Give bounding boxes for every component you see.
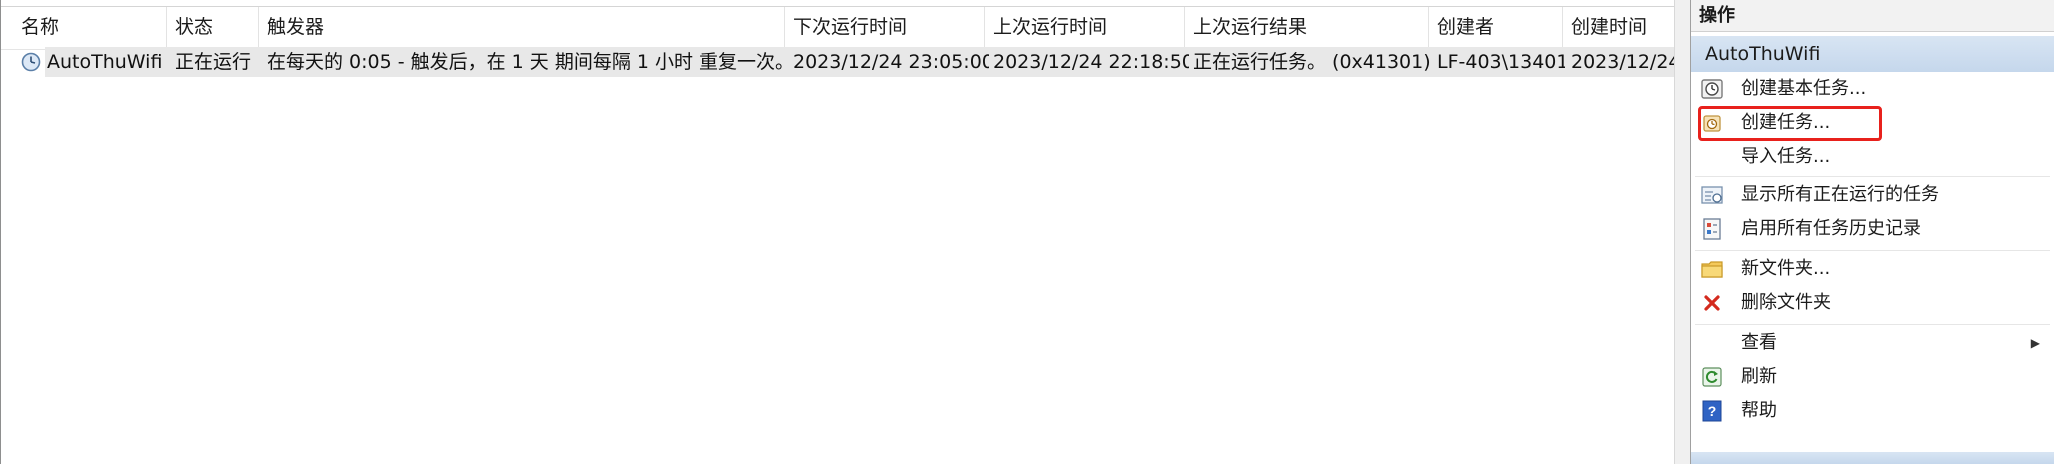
column-header-trigger[interactable]: 触发器 xyxy=(259,7,785,49)
column-header-last-run[interactable]: 上次运行时间 xyxy=(985,7,1185,49)
task-author-cell: LF-403\13401 xyxy=(1437,51,1565,73)
delete-folder-label: 删除文件夹 xyxy=(1741,292,1831,313)
table-row[interactable]: AutoThuWifi 正在运行 在每天的 0:05 - 触发后，在 1 天 期… xyxy=(45,47,1675,77)
folder-icon xyxy=(1701,261,1723,278)
help-action[interactable]: ? 帮助 xyxy=(1691,394,2054,428)
enable-history-label: 启用所有任务历史记录 xyxy=(1741,218,1921,239)
clock-icon xyxy=(21,52,41,72)
help-icon: ? xyxy=(1702,400,1722,422)
column-header-last-result[interactable]: 上次运行结果 xyxy=(1185,7,1429,49)
task-last-run-cell: 2023/12/24 22:18:50 xyxy=(993,51,1189,73)
actions-pane-title: 操作 xyxy=(1691,0,2054,32)
refresh-label: 刷新 xyxy=(1741,366,1777,387)
column-header-created[interactable]: 创建时间 xyxy=(1563,7,1675,49)
refresh-icon xyxy=(1702,367,1722,387)
show-running-tasks-action[interactable]: 显示所有正在运行的任务 xyxy=(1691,178,2054,212)
import-task-action[interactable]: 导入任务... xyxy=(1691,140,2054,174)
task-list-pane: 名称 状态 触发器 下次运行时间 上次运行时间 上次运行结果 创建者 创建时间 … xyxy=(0,0,1675,464)
help-label: 帮助 xyxy=(1741,400,1777,421)
view-label: 查看 xyxy=(1741,332,1777,353)
highlight-annotation-box xyxy=(1698,106,1882,141)
actions-pane: 操作 AutoThuWifi 创建基本任务... 创建任务... 导入任务... xyxy=(1690,0,2054,464)
new-folder-label: 新文件夹... xyxy=(1741,258,1831,279)
column-header-author[interactable]: 创建者 xyxy=(1429,7,1563,49)
svg-text:?: ? xyxy=(1708,403,1717,419)
task-trigger-cell: 在每天的 0:05 - 触发后，在 1 天 期间每隔 1 小时 重复一次。 xyxy=(267,51,783,73)
enable-history-action[interactable]: 启用所有任务历史记录 xyxy=(1691,212,2054,246)
running-tasks-icon xyxy=(1701,186,1723,204)
task-name-cell: AutoThuWifi xyxy=(47,51,163,73)
task-created-cell: 2023/12/24 xyxy=(1571,51,1675,73)
create-basic-task-label: 创建基本任务... xyxy=(1741,78,1867,99)
new-folder-action[interactable]: 新文件夹... xyxy=(1691,252,2054,286)
import-task-label: 导入任务... xyxy=(1741,146,1831,167)
column-header-row: 名称 状态 触发器 下次运行时间 上次运行时间 上次运行结果 创建者 创建时间 xyxy=(1,6,1674,50)
actions-section-header[interactable]: AutoThuWifi xyxy=(1691,36,2054,72)
submenu-arrow-icon: ▶ xyxy=(2030,336,2040,350)
show-running-tasks-label: 显示所有正在运行的任务 xyxy=(1741,184,1939,205)
task-last-result-cell: 正在运行任务。 (0x41301) xyxy=(1193,51,1431,73)
refresh-action[interactable]: 刷新 xyxy=(1691,360,2054,394)
task-status-cell: 正在运行 xyxy=(175,51,252,73)
column-header-name[interactable]: 名称 xyxy=(13,7,167,49)
delete-icon xyxy=(1704,295,1720,311)
column-header-status[interactable]: 状态 xyxy=(167,7,259,49)
pane-splitter[interactable] xyxy=(1674,0,1690,464)
column-header-next-run[interactable]: 下次运行时间 xyxy=(785,7,985,49)
history-icon xyxy=(1703,218,1721,240)
task-next-run-cell: 2023/12/24 23:05:00 xyxy=(793,51,989,73)
actions-divider xyxy=(1695,250,2050,251)
actions-divider xyxy=(1695,324,2050,325)
delete-folder-action[interactable]: 删除文件夹 xyxy=(1691,286,2054,320)
create-basic-task-action[interactable]: 创建基本任务... xyxy=(1691,72,2054,106)
actions-section-header-collapsed[interactable] xyxy=(1691,452,2054,464)
view-action[interactable]: 查看 ▶ xyxy=(1691,326,2054,360)
create-basic-task-icon xyxy=(1701,79,1723,99)
actions-divider xyxy=(1695,176,2050,177)
